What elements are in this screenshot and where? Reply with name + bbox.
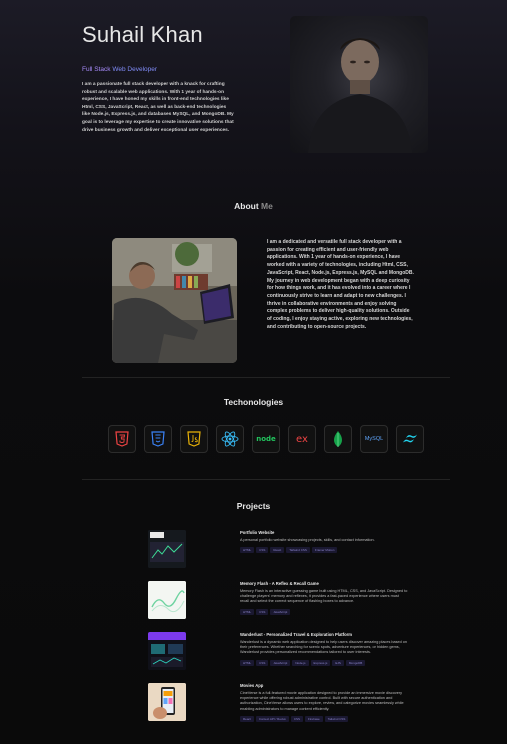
hero-role: Full Stack Web Developer — [82, 66, 234, 73]
project-tag: Tailwind CSS — [286, 547, 310, 554]
hero-role-primary: Full Stack — [82, 66, 111, 73]
nodejs-icon-label: node — [256, 435, 276, 443]
project-tag: CSS — [256, 659, 269, 666]
express-icon: ex — [288, 425, 316, 453]
project-thumbnail — [148, 632, 186, 670]
hero-description: I am a passionate full stack developer w… — [82, 82, 234, 133]
project-tags: React Context API / Redux CSS Firebase T… — [240, 715, 408, 722]
about-photo — [112, 238, 237, 363]
project-title: Memory Flash - A Reflex & Recall Game — [240, 581, 319, 586]
hero-section: Suhail Khan Full Stack Web Developer I a… — [82, 22, 234, 134]
project-tag: HTML — [240, 608, 255, 615]
divider — [82, 377, 450, 378]
react-icon — [216, 425, 244, 453]
project-tag: EJS — [332, 659, 344, 666]
css3-icon — [144, 425, 172, 453]
project-tag: Node.js — [292, 659, 309, 666]
project-tag: JavaScript — [270, 659, 291, 666]
project-tag: MongoDB — [345, 659, 366, 666]
express-icon-label: ex — [296, 433, 308, 445]
nodejs-icon: node — [252, 425, 280, 453]
about-description: I am a dedicated and versatile full stac… — [267, 239, 414, 330]
hero-name: Suhail Khan — [82, 22, 203, 47]
project-tag: CSS — [256, 608, 269, 615]
project-thumbnail — [148, 581, 186, 619]
project-tag: Firebase — [305, 715, 323, 722]
project-tag: HTML — [240, 547, 255, 554]
project-tags: HTML CSS JavaScript Node.js Express.js E… — [240, 659, 408, 666]
project-thumbnail — [148, 530, 186, 568]
project-tag: React — [270, 547, 285, 554]
mysql-icon: MySQL — [360, 425, 388, 453]
javascript-icon — [180, 425, 208, 453]
tailwind-icon — [396, 425, 424, 453]
technologies-title: Techonologies — [223, 397, 284, 407]
project-title: Wanderlust - Personalized Travel & Explo… — [240, 632, 353, 637]
project-description: Wanderlust is a dynamic web application … — [240, 640, 408, 655]
projects-title: Projects — [236, 501, 271, 511]
project-thumbnail — [148, 683, 186, 721]
project-description: CineVerse is a full-featured movie appli… — [240, 691, 404, 711]
project-tag: Express.js — [310, 659, 331, 666]
project-tag: HTML — [240, 659, 255, 666]
project-description: A personal portfolio website showcasing … — [240, 538, 375, 542]
html5-icon — [108, 425, 136, 453]
mongodb-icon — [324, 425, 352, 453]
project-title: Portfolio Website — [240, 530, 275, 535]
project-tag: CSS — [256, 547, 269, 554]
divider — [82, 479, 450, 480]
project-tags: HTML CSS React Tailwind CSS Framer Motio… — [240, 547, 408, 554]
hero-role-secondary: Web Developer — [110, 66, 158, 73]
about-title-accent: Me — [258, 201, 273, 211]
about-title: About Me — [0, 201, 507, 211]
project-tag: Tailwind CSS — [324, 715, 349, 722]
about-title-main: About — [234, 201, 259, 211]
project-tag: React — [240, 715, 254, 722]
mysql-icon-label: MySQL — [364, 436, 384, 442]
hero-profile-photo — [290, 16, 428, 153]
project-tag: Framer Motion — [311, 547, 338, 554]
project-tag: JavaScript — [270, 608, 291, 615]
project-tags: HTML CSS JavaScript — [240, 608, 408, 615]
project-tag: CSS — [290, 715, 304, 722]
project-tag: Context API / Redux — [255, 715, 289, 722]
project-title: Movies App — [240, 683, 264, 688]
project-description: Memory Flash is an interactive guessing … — [240, 589, 408, 604]
technologies-list: node ex MySQL — [108, 425, 424, 453]
